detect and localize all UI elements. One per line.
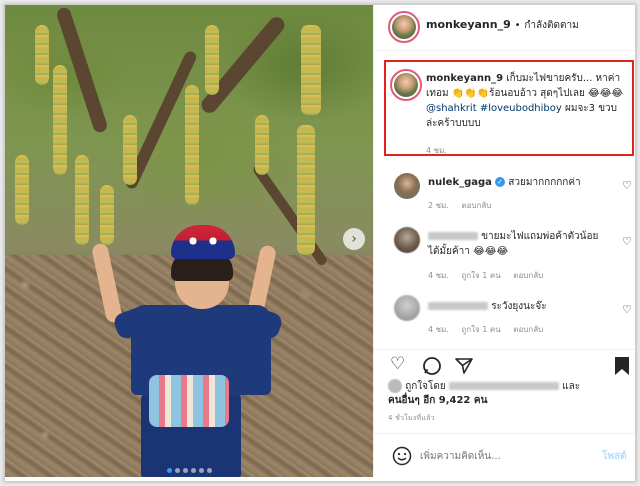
fruit-cluster xyxy=(35,25,49,85)
carousel-dot[interactable] xyxy=(190,468,196,473)
likes-prefix: ถูกใจโดย xyxy=(405,381,446,392)
fruit-cluster xyxy=(15,155,29,225)
child-arm-left xyxy=(90,242,124,324)
reply-link[interactable]: ตอบกลับ xyxy=(513,325,543,334)
fruit-cluster xyxy=(301,25,321,115)
avatar-image xyxy=(394,73,418,97)
comment-text: ขายมะไฟแถมพ่อค้าตัวน้อยได้มั้ยค้าา 😂😂😂 xyxy=(428,229,604,259)
header-user-line: monkeyann_9 • กำลังติดตาม xyxy=(426,18,579,33)
comment-input[interactable] xyxy=(420,446,590,466)
fruit-cluster xyxy=(297,125,315,255)
fruit-cluster xyxy=(123,115,137,185)
avatar[interactable] xyxy=(394,295,420,321)
post-photo[interactable]: › xyxy=(5,5,373,477)
blurred-username xyxy=(428,232,478,240)
carousel-indicator xyxy=(5,458,373,477)
verified-icon: ✓ xyxy=(495,177,506,187)
share-icon[interactable] xyxy=(454,356,474,376)
caption-hashtag[interactable]: #loveubodhiboy xyxy=(480,103,562,114)
reply-link[interactable]: ตอบกลับ xyxy=(513,271,543,280)
add-comment-bar: โพสต์ xyxy=(374,433,635,477)
avatar[interactable] xyxy=(394,227,420,253)
post-age: 4 ชั่วโมงที่แล้ว xyxy=(388,414,435,422)
comment-time: 4 ชม. xyxy=(428,271,449,280)
fruit-cluster xyxy=(205,25,219,95)
chevron-right-icon[interactable]: › xyxy=(343,228,365,250)
comment-meta: 2 ชม. ตอบกลับ xyxy=(428,199,501,212)
comment-text: nulek_gaga ✓ สวยมากกกกกค่า xyxy=(428,175,604,190)
heart-icon[interactable]: ♡ xyxy=(622,235,632,248)
fruit-cluster xyxy=(255,115,269,175)
caption-username[interactable]: monkeyann_9 xyxy=(426,73,503,84)
comment-time: 2 ชม. xyxy=(428,201,449,210)
bookmark-icon[interactable] xyxy=(614,356,630,376)
follow-status[interactable]: กำลังติดตาม xyxy=(524,20,578,31)
blurred-username xyxy=(448,382,559,390)
fruit-cluster xyxy=(53,65,67,175)
avatar[interactable] xyxy=(388,11,420,43)
carousel-dot[interactable] xyxy=(174,468,180,473)
comment-body: สวยมากกกกกค่า xyxy=(508,177,581,188)
blurred-username xyxy=(428,302,488,310)
avatar[interactable] xyxy=(394,173,420,199)
child-figure xyxy=(90,225,285,477)
comment-text: ระวังยุงนะจ๊ะ xyxy=(428,299,604,314)
carousel-dot[interactable] xyxy=(206,468,212,473)
comment-meta: 4 ชม. ถูกใจ 1 คน ตอบกลับ xyxy=(428,323,553,336)
header-username[interactable]: monkeyann_9 xyxy=(426,18,511,31)
carousel-dot[interactable] xyxy=(166,468,172,473)
likes-connector: และ xyxy=(562,381,581,392)
fruit-cluster xyxy=(185,85,199,205)
fruit-cluster xyxy=(75,155,89,245)
comment-body: ระวังยุงนะจ๊ะ xyxy=(491,301,547,312)
comment-meta: 4 ชม. ถูกใจ 1 คน ตอบกลับ xyxy=(428,269,553,282)
instagram-post-window: › monkeyann_9 • กำลังติดตาม monkeyann_9 … xyxy=(4,4,636,482)
post-header: monkeyann_9 • กำลังติดตาม xyxy=(374,5,635,51)
post-button[interactable]: โพสต์ xyxy=(602,449,627,464)
separator: • xyxy=(514,20,521,31)
action-bar: ♡ xyxy=(374,349,635,377)
heart-icon[interactable]: ♡ xyxy=(622,303,632,316)
carousel-dot[interactable] xyxy=(198,468,204,473)
heart-icon[interactable]: ♡ xyxy=(390,354,405,374)
caption-avatar[interactable] xyxy=(390,69,422,101)
emoji-icon[interactable] xyxy=(392,446,412,466)
caption-time: 4 ชม. xyxy=(426,146,447,155)
avatar[interactable] xyxy=(388,379,402,393)
comment-likes[interactable]: ถูกใจ 1 คน xyxy=(461,325,500,334)
reply-link[interactable]: ตอบกลับ xyxy=(461,201,491,210)
likes-count-link[interactable]: คนอื่นๆ อีก 9,422 คน xyxy=(388,395,487,406)
post-sidebar: monkeyann_9 • กำลังติดตาม monkeyann_9 เก… xyxy=(373,5,635,477)
child-scarf xyxy=(149,375,229,427)
caption-mention[interactable]: @shahkrit xyxy=(426,103,477,114)
comment-time: 4 ชม. xyxy=(428,325,449,334)
heart-icon[interactable]: ♡ xyxy=(622,179,632,192)
comment-username[interactable]: nulek_gaga xyxy=(428,177,492,188)
likes-summary: ถูกใจโดย และ คนอื่นๆ อีก 9,422 คน xyxy=(388,379,628,408)
spiderman-cap xyxy=(171,225,235,259)
comment-likes[interactable]: ถูกใจ 1 คน xyxy=(461,271,500,280)
avatar-image xyxy=(392,15,416,39)
caption-text: monkeyann_9 เก็บมะไฟขายครับ... หาค่าเทอม… xyxy=(426,71,624,131)
carousel-dot[interactable] xyxy=(182,468,188,473)
comment-icon[interactable] xyxy=(422,356,442,376)
